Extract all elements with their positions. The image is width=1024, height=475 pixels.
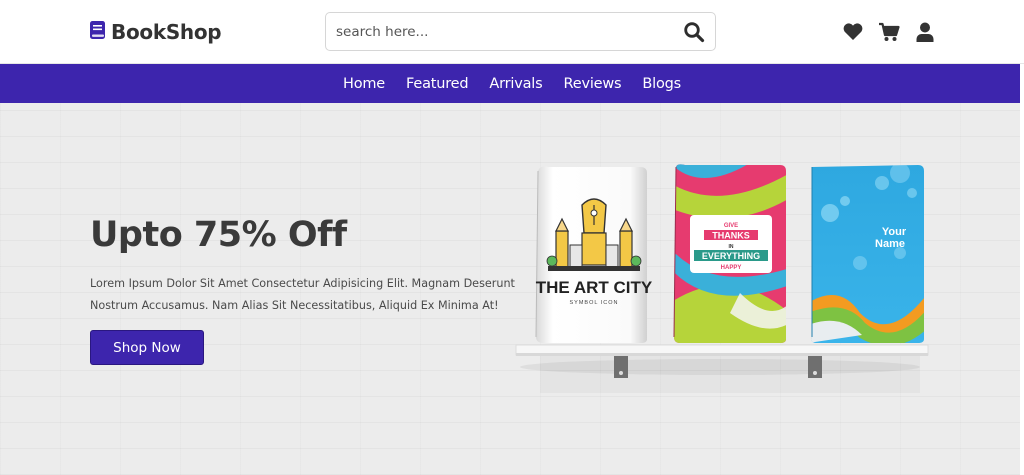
book-art-city: THE ART CITY SYMBOL ICON [535, 166, 653, 343]
book2-give: GIVE [724, 223, 738, 229]
nav-item-arrivals[interactable]: Arrivals [489, 76, 542, 92]
search-icon[interactable] [683, 21, 705, 43]
book1-subtitle: SYMBOL ICON [570, 300, 619, 306]
book2-in: IN [729, 244, 734, 250]
logo[interactable]: BookShop [89, 20, 222, 44]
site-header: BookShop [0, 0, 1024, 64]
book2-happy: HAPPY [721, 265, 742, 271]
hero-title: Upto 75% Off [90, 215, 347, 255]
nav-item-home[interactable]: Home [343, 76, 385, 92]
header-actions [842, 21, 936, 43]
heart-icon[interactable] [842, 21, 864, 43]
search-box [325, 12, 716, 51]
hero-description: Lorem Ipsum Dolor Sit Amet Consectetur A… [90, 277, 515, 312]
book2-everything: EVERYTHING [702, 251, 760, 261]
scrollbar-track[interactable] [1020, 64, 1024, 475]
book3-line2: Name [875, 238, 905, 250]
search-input[interactable] [336, 22, 666, 42]
book-your-name: Your Name [811, 165, 924, 343]
book2-thanks: THANKS [712, 231, 750, 241]
nav-item-featured[interactable]: Featured [406, 76, 469, 92]
shop-now-button[interactable]: Shop Now [90, 330, 204, 365]
main-nav: Home Featured Arrivals Reviews Blogs [0, 64, 1024, 103]
cart-icon[interactable] [878, 21, 900, 43]
book-thanks: GIVE THANKS IN EVERYTHING HAPPY [673, 164, 786, 344]
book-icon [89, 20, 107, 44]
book3-line1: Your [882, 226, 907, 238]
user-icon[interactable] [914, 21, 936, 43]
hero-banner: Upto 75% Off Lorem Ipsum Dolor Sit Amet … [0, 103, 1024, 475]
nav-item-blogs[interactable]: Blogs [642, 76, 681, 92]
bookshelf-illustration: THE ART CITY SYMBOL ICON GIVE THANKS IN … [500, 153, 940, 413]
book1-title: THE ART CITY [536, 278, 653, 297]
nav-item-reviews[interactable]: Reviews [564, 76, 622, 92]
logo-text: BookShop [111, 20, 222, 44]
